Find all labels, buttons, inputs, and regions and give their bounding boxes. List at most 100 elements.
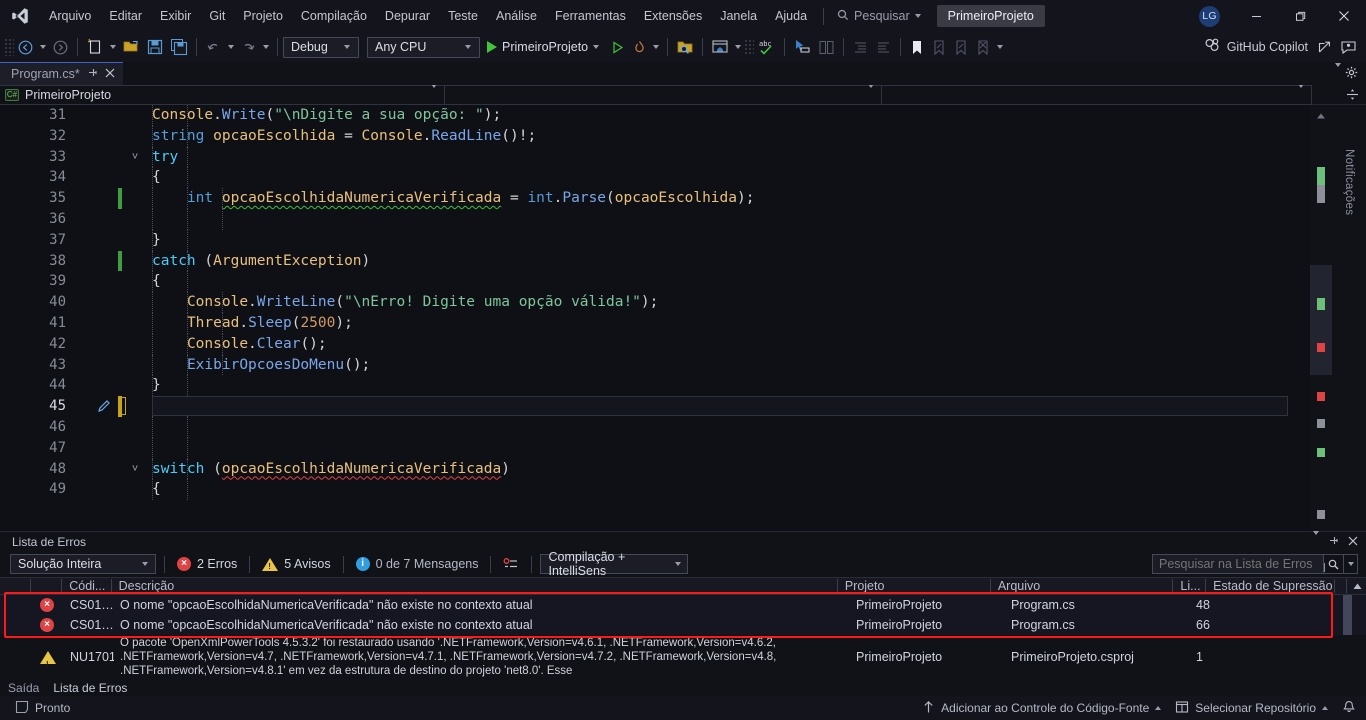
notifications-label[interactable]: Notificações xyxy=(1343,149,1355,215)
menu-ajuda[interactable]: Ajuda xyxy=(766,0,816,32)
window-layout-icon[interactable] xyxy=(708,35,732,59)
start-debugging-button[interactable]: PrimeiroProjeto xyxy=(480,35,606,59)
code-line[interactable]: 40 Console.WriteLine("\nErro! Digite uma… xyxy=(0,292,1310,313)
open-file-icon[interactable] xyxy=(119,35,143,59)
build-configuration-select[interactable]: Debug xyxy=(283,36,359,58)
window-layout-dropdown-icon[interactable] xyxy=(732,35,744,59)
code-editor[interactable]: 31 Console.Write("\nDigite a sua opção: "… xyxy=(0,105,1310,531)
menu-janela[interactable]: Janela xyxy=(711,0,766,32)
code-line[interactable]: 49 { xyxy=(0,479,1310,501)
code-line[interactable]: 37} xyxy=(0,229,1310,251)
solution-name-chip[interactable]: PrimeiroProjeto xyxy=(936,5,1045,27)
toolbar-grip-2[interactable] xyxy=(744,39,755,55)
navbar-type-select[interactable] xyxy=(445,83,882,105)
start-without-debugging-icon[interactable] xyxy=(606,35,628,59)
bookmark-clear-icon[interactable] xyxy=(972,35,994,59)
errors-filter-button[interactable]: × 2 Erros xyxy=(173,557,241,571)
menu-git[interactable]: Git xyxy=(200,0,234,32)
navigate-forward-icon[interactable] xyxy=(49,35,72,59)
menu-analise[interactable]: Análise xyxy=(487,0,546,32)
bookmarks-overflow-icon[interactable] xyxy=(994,35,1006,59)
toolbar-grip[interactable] xyxy=(4,38,14,56)
menu-extensoes[interactable]: Extensões xyxy=(635,0,711,32)
search-options-dropdown-icon[interactable] xyxy=(1344,554,1358,574)
menu-editar[interactable]: Editar xyxy=(100,0,151,32)
scroll-up-arrow-icon[interactable] xyxy=(1316,109,1326,119)
fold-toggle-icon[interactable]: ˅ xyxy=(128,459,142,480)
platform-select[interactable]: Any CPU xyxy=(367,36,480,58)
grid-scrollbar-thumb[interactable] xyxy=(1343,595,1352,635)
bookmark-next-icon[interactable] xyxy=(950,35,972,59)
error-search-input[interactable] xyxy=(1152,554,1324,574)
new-item-dropdown-icon[interactable] xyxy=(107,35,119,59)
fold-toggle-icon[interactable]: ˅ xyxy=(128,147,142,168)
select-element-icon[interactable] xyxy=(790,35,815,59)
code-line[interactable]: 35 int opcaoEscolhidaNumericaVerificada … xyxy=(0,188,1310,209)
code-line[interactable]: 39 { xyxy=(0,271,1310,293)
gear-icon[interactable] xyxy=(1345,66,1358,82)
code-line[interactable]: 43 ExibirOpcoesDoMenu(); xyxy=(0,354,1310,376)
code-line[interactable]: 42 Console.Clear(); xyxy=(0,333,1310,355)
pin-icon[interactable] xyxy=(87,67,98,81)
code-line[interactable]: 36 xyxy=(0,208,1310,230)
menu-exibir[interactable]: Exibir xyxy=(151,0,200,32)
split-view-icon[interactable] xyxy=(1338,88,1366,101)
share-icon[interactable] xyxy=(1314,35,1337,59)
code-line[interactable]: 44} xyxy=(0,375,1310,397)
find-in-files-icon[interactable] xyxy=(673,35,697,59)
tab-lista-de-erros[interactable]: Lista de Erros xyxy=(53,681,127,695)
global-search[interactable]: Pesquisar xyxy=(831,5,927,27)
pin-icon[interactable] xyxy=(1328,535,1339,549)
menu-projeto[interactable]: Projeto xyxy=(234,0,292,32)
chevron-down-icon[interactable] xyxy=(1313,530,1319,549)
outdent-icon[interactable] xyxy=(872,35,895,59)
code-line[interactable]: 31 Console.Write("\nDigite a sua opção: "… xyxy=(0,105,1310,126)
code-line[interactable]: 47 xyxy=(0,437,1310,459)
compare-icon[interactable] xyxy=(815,35,838,59)
save-icon[interactable] xyxy=(143,35,167,59)
bookmark-prev-icon[interactable] xyxy=(928,35,950,59)
notifications-button[interactable] xyxy=(1335,696,1358,720)
tab-saida[interactable]: Saída xyxy=(8,681,39,695)
new-item-icon[interactable] xyxy=(83,35,107,59)
code-line[interactable]: 34 { xyxy=(0,167,1310,189)
spell-check-icon[interactable]: abc xyxy=(754,35,779,59)
error-scope-select[interactable]: Solução Inteira xyxy=(10,554,156,574)
avatar[interactable]: LG xyxy=(1199,5,1220,27)
code-line[interactable]: 46 xyxy=(0,416,1310,438)
hot-reload-icon[interactable] xyxy=(628,35,650,59)
undo-dropdown-icon[interactable] xyxy=(225,35,237,59)
messages-filter-button[interactable]: i 0 de 7 Mensagens xyxy=(352,557,483,571)
code-line[interactable]: 32 string opcaoEscolhida = Console.ReadLi… xyxy=(0,125,1310,147)
code-line[interactable]: 38 catch (ArgumentException) xyxy=(0,250,1310,272)
code-line[interactable]: 33 ˅ try xyxy=(0,146,1310,168)
restore-icon[interactable] xyxy=(1278,0,1322,32)
github-copilot-button[interactable]: GitHub Copilot xyxy=(1198,35,1314,59)
code-line[interactable]: 48 ˅ switch (opcaoEscolhidaNumericaVerific… xyxy=(0,458,1310,480)
navbar-member-select[interactable] xyxy=(882,83,1312,105)
redo-icon[interactable] xyxy=(237,35,260,59)
bookmark-icon[interactable] xyxy=(906,35,928,59)
close-icon[interactable] xyxy=(1348,535,1358,549)
navbar-project-select[interactable]: C# PrimeiroProjeto xyxy=(0,83,445,105)
save-all-icon[interactable] xyxy=(167,35,191,59)
hot-reload-dropdown-icon[interactable] xyxy=(650,35,662,59)
code-line[interactable]: 41 Thread.Sleep(2500); xyxy=(0,312,1310,334)
warnings-filter-button[interactable]: 5 Avisos xyxy=(258,557,334,571)
navigate-back-icon[interactable] xyxy=(14,35,37,59)
chevron-down-icon[interactable] xyxy=(1335,62,1341,81)
tab-program-cs[interactable]: Program.cs* xyxy=(0,62,123,85)
search-icon[interactable] xyxy=(1324,554,1344,574)
menu-ferramentas[interactable]: Ferramentas xyxy=(546,0,635,32)
scrollbar-thumb[interactable] xyxy=(1310,265,1332,375)
sort-ascending-icon[interactable] xyxy=(1348,583,1366,590)
code-lines[interactable]: 31 Console.Write("\nDigite a sua opção: "… xyxy=(0,105,1310,501)
show-details-button[interactable] xyxy=(499,557,523,572)
indent-icon[interactable] xyxy=(849,35,872,59)
menu-compilacao[interactable]: Compilação xyxy=(292,0,376,32)
close-icon[interactable] xyxy=(1322,0,1366,32)
back-dropdown-icon[interactable] xyxy=(37,35,49,59)
menu-depurar[interactable]: Depurar xyxy=(376,0,439,32)
minimize-icon[interactable] xyxy=(1234,0,1278,32)
add-to-source-control[interactable]: Adicionar ao Controle do Código-Fonte xyxy=(915,696,1168,720)
